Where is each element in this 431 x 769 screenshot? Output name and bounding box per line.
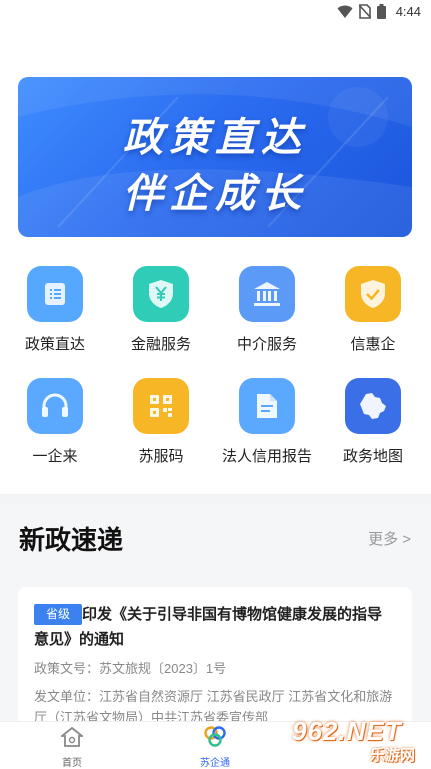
service-label: 金融服务 <box>130 336 191 353</box>
service-label: 苏服码 <box>138 448 184 465</box>
qr-code-icon <box>150 395 172 417</box>
status-time: 4:44 <box>395 4 421 19</box>
service-policy[interactable]: 政策直达 <box>1 266 109 354</box>
news-section-title: 新政速递 <box>19 525 124 555</box>
service-label: 信惠企 <box>350 336 396 353</box>
status-bar: 4:44 <box>0 0 431 26</box>
service-gov-map[interactable]: 政务地图 <box>319 378 427 466</box>
service-label: 法人信用报告 <box>221 448 312 465</box>
service-label: 政策直达 <box>24 336 85 353</box>
policy-list-icon <box>45 283 65 305</box>
news-more-link[interactable]: 更多 > <box>368 528 411 549</box>
service-credit-benefit[interactable]: 信惠企 <box>319 266 427 354</box>
service-finance[interactable]: 金融服务 <box>107 266 215 354</box>
section-divider <box>0 494 431 504</box>
banner-headline-1: 政策直达 <box>123 115 307 161</box>
watermark-name: 乐游网 <box>370 747 416 764</box>
news-card-doc-number: 政策文号：苏文旅规〔2023〕1号 <box>34 661 227 676</box>
tab-label: 苏企通 <box>200 758 230 769</box>
home-icon <box>59 726 85 747</box>
service-yi-qi-lai[interactable]: 一企来 <box>1 378 109 466</box>
headset-icon <box>42 393 68 417</box>
document-icon <box>257 394 277 418</box>
tab-label: 首页 <box>62 758 82 769</box>
site-watermark: 962.NET 乐游网 <box>290 716 430 764</box>
battery-icon <box>376 4 386 19</box>
service-label: 中介服务 <box>236 336 297 353</box>
bank-building-icon <box>254 282 280 306</box>
check-shield-icon <box>361 280 385 308</box>
service-agency[interactable]: 中介服务 <box>213 266 321 354</box>
tab-home[interactable]: 首页 <box>27 722 117 769</box>
tab-su-qi-tong[interactable]: 苏企通 <box>170 722 260 769</box>
policy-banner[interactable]: 政策直达 伴企成长 <box>18 77 412 237</box>
service-su-fu-ma[interactable]: 苏服码 <box>107 378 215 466</box>
service-credit-report[interactable]: 法人信用报告 <box>213 378 321 466</box>
jiangsu-map-icon <box>360 393 386 419</box>
wifi-icon <box>337 5 353 18</box>
watermark-domain: 962.NET <box>292 716 402 746</box>
news-card-title: 印发《关于引导非国有博物馆健康发展的指导意见》的通知 <box>34 606 383 648</box>
banner-headline-2: 伴企成长 <box>123 171 307 217</box>
no-sim-icon <box>358 4 371 19</box>
service-label: 一企来 <box>32 448 78 465</box>
service-label: 政务地图 <box>342 448 403 465</box>
yuan-shield-icon <box>149 280 173 308</box>
su-qi-tong-logo-icon <box>204 726 226 747</box>
